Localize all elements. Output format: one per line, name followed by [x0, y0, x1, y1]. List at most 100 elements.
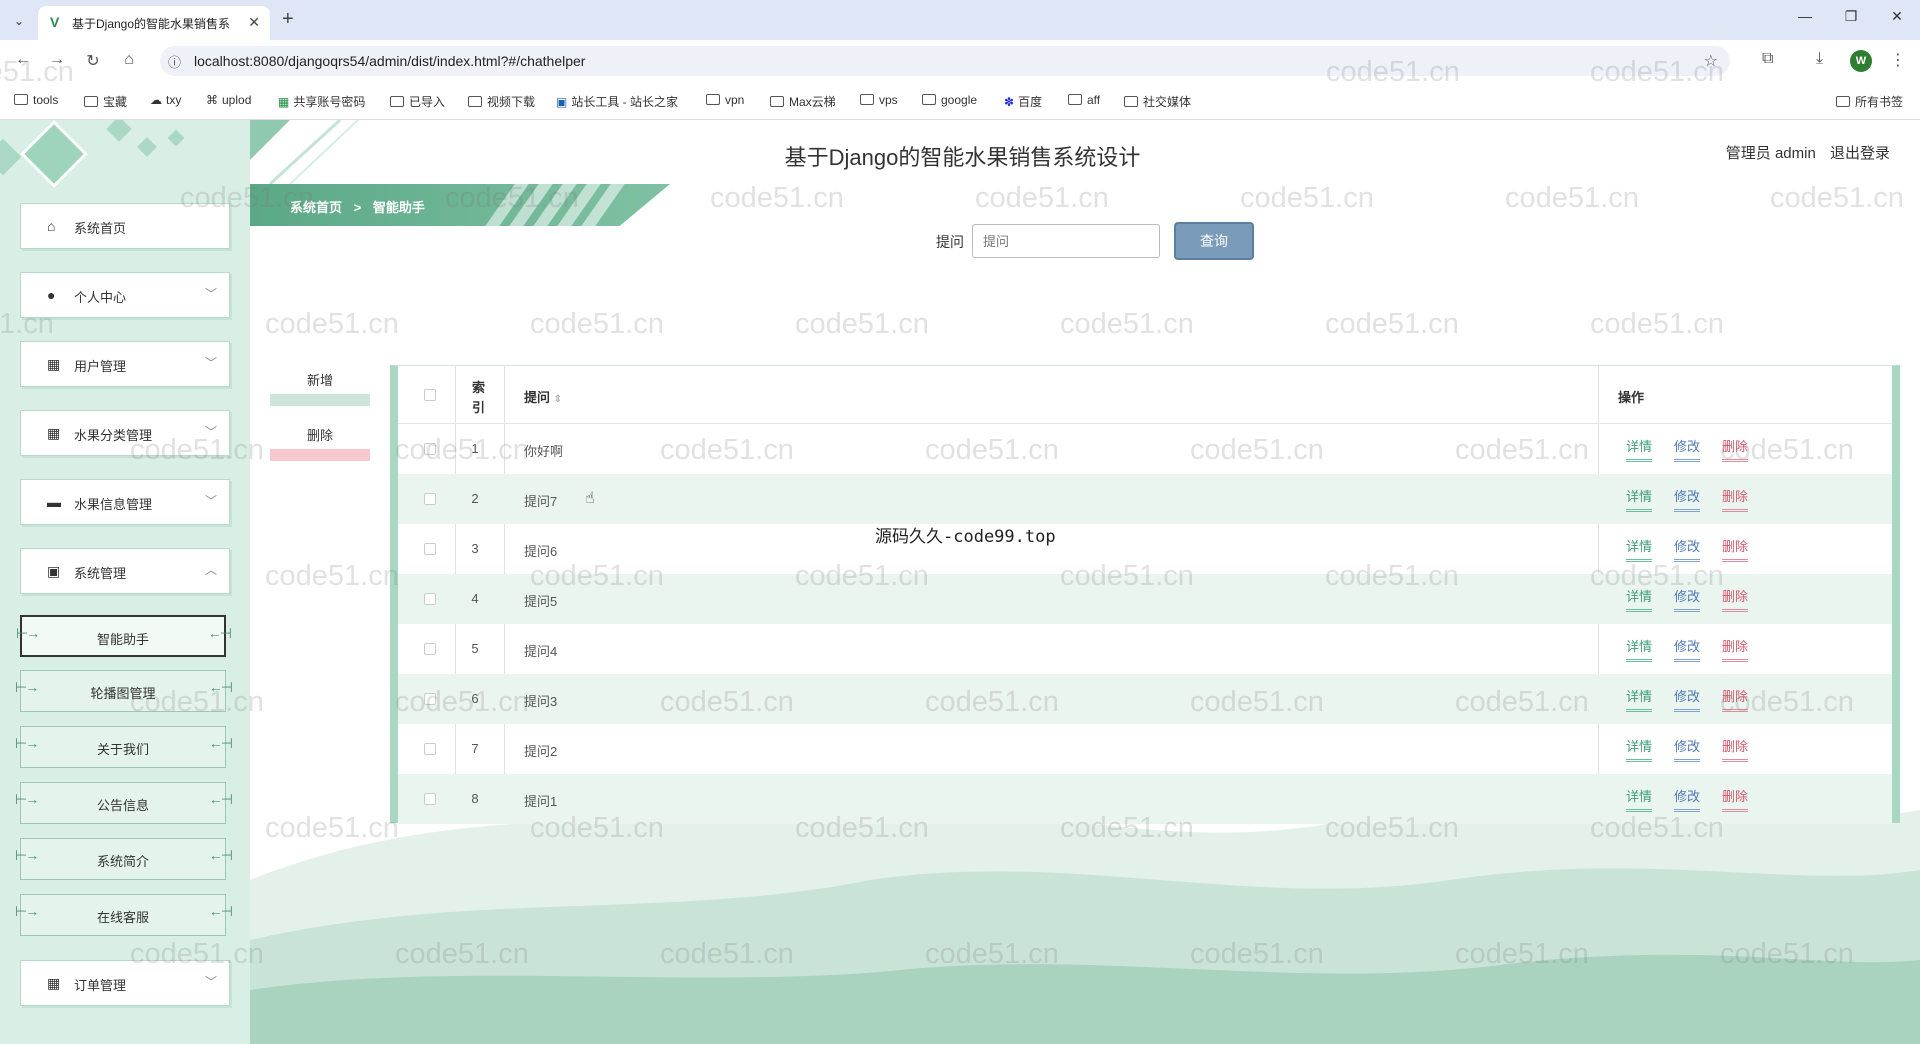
- bookmark-aff[interactable]: aff: [1068, 93, 1100, 107]
- bookmark-star-icon[interactable]: ☆: [1704, 51, 1718, 71]
- bookmark-webmaster-tools[interactable]: ▣ 站长工具 - 站长之家: [556, 93, 678, 110]
- row-checkbox[interactable]: [424, 543, 436, 555]
- row-checkbox[interactable]: [424, 593, 436, 605]
- edit-link[interactable]: 修改: [1674, 786, 1701, 812]
- detail-link[interactable]: 详情: [1626, 636, 1653, 662]
- detail-link[interactable]: 详情: [1626, 786, 1653, 812]
- bookmark-video-download[interactable]: 视频下载: [468, 93, 535, 110]
- submenu-carousel[interactable]: ⊢→ 轮播图管理 ←⊣: [15, 670, 233, 712]
- profile-avatar[interactable]: W: [1850, 50, 1872, 72]
- delete-link[interactable]: 删除: [1722, 686, 1749, 712]
- minimize-icon[interactable]: —: [1790, 8, 1820, 24]
- back-arrow-icon[interactable]: ←: [12, 51, 34, 69]
- row-question: 提问6: [524, 544, 558, 559]
- delete-link[interactable]: 删除: [1722, 586, 1749, 612]
- row-checkbox[interactable]: [424, 793, 436, 805]
- edit-link[interactable]: 修改: [1674, 436, 1701, 462]
- submenu-system-intro[interactable]: ⊢→ 系统简介 ←⊣: [15, 838, 233, 880]
- submenu-label: 轮播图管理: [90, 686, 156, 701]
- menu-home[interactable]: ⌂ 系统首页: [20, 203, 230, 249]
- delete-button[interactable]: 删除: [270, 425, 370, 465]
- detail-link[interactable]: 详情: [1626, 536, 1653, 562]
- detail-link[interactable]: 详情: [1626, 686, 1653, 712]
- table-header: 索引 提问 ⇕ 操作: [398, 366, 1892, 424]
- new-tab-plus-icon[interactable]: +: [282, 8, 294, 31]
- delete-link[interactable]: 删除: [1722, 486, 1749, 512]
- search-input-field[interactable]: [973, 225, 1159, 257]
- window-close-icon[interactable]: ✕: [1882, 8, 1912, 25]
- home-browser-icon[interactable]: ⌂: [118, 51, 140, 69]
- bookmark-tools[interactable]: tools: [14, 93, 58, 107]
- bookmark-txy[interactable]: ☁ txy: [150, 93, 181, 107]
- delete-link[interactable]: 删除: [1722, 536, 1749, 562]
- all-bookmarks[interactable]: 所有书签: [1836, 93, 1903, 110]
- delete-link[interactable]: 删除: [1722, 436, 1749, 462]
- arrow-right-decor-icon: ←⊣: [208, 679, 233, 695]
- folder-icon: [770, 96, 784, 107]
- forward-arrow-icon[interactable]: →: [46, 51, 68, 69]
- search-button[interactable]: 查询: [1174, 222, 1254, 260]
- bookmark-baozang[interactable]: 宝藏: [84, 93, 127, 110]
- grid-icon: ▦: [47, 975, 61, 991]
- search-input[interactable]: [972, 224, 1160, 258]
- bookmark-imported[interactable]: 已导入: [390, 93, 445, 110]
- bookmark-vps[interactable]: vps: [860, 93, 898, 107]
- breadcrumb-home[interactable]: 系统首页: [290, 200, 342, 215]
- submenu-about-us[interactable]: ⊢→ 关于我们 ←⊣: [15, 726, 233, 768]
- edit-link[interactable]: 修改: [1674, 636, 1701, 662]
- menu-order-management[interactable]: ▦ 订单管理 ﹀: [20, 960, 230, 1006]
- edit-link[interactable]: 修改: [1674, 486, 1701, 512]
- bookmark-max[interactable]: Max云梯: [770, 93, 836, 110]
- delete-link[interactable]: 删除: [1722, 736, 1749, 762]
- submenu-smart-assistant[interactable]: ⊢→ 智能助手 ←⊣: [16, 615, 232, 657]
- detail-link[interactable]: 详情: [1626, 436, 1653, 462]
- site-info-icon[interactable]: ⓘ: [168, 52, 181, 71]
- menu-user-management[interactable]: ▦ 用户管理 ﹀: [20, 341, 230, 387]
- edit-link[interactable]: 修改: [1674, 736, 1701, 762]
- row-checkbox[interactable]: [424, 643, 436, 655]
- download-icon[interactable]: ⤓: [1816, 50, 1823, 68]
- browser-menu-icon[interactable]: ⋮: [1890, 50, 1906, 70]
- edit-link[interactable]: 修改: [1674, 686, 1701, 712]
- row-checkbox[interactable]: [424, 693, 436, 705]
- menu-fruit-info[interactable]: ▬ 水果信息管理 ﹀: [20, 479, 230, 525]
- delete-link[interactable]: 删除: [1722, 636, 1749, 662]
- menu-system-management[interactable]: ▣ 系统管理 ︿: [20, 548, 230, 594]
- tab-list-chevron-icon[interactable]: ⌄: [8, 10, 30, 32]
- mouse-cursor-icon: ☝: [585, 490, 595, 507]
- reload-icon[interactable]: ↻: [82, 51, 104, 71]
- header-question[interactable]: 提问 ⇕: [524, 387, 562, 406]
- bookmark-uplod[interactable]: ⌘ uplod: [206, 93, 251, 107]
- logout-link[interactable]: 退出登录: [1830, 145, 1890, 162]
- detail-link[interactable]: 详情: [1626, 736, 1653, 762]
- delete-link[interactable]: 删除: [1722, 786, 1749, 812]
- tab-title: 基于Django的智能水果销售系: [72, 17, 231, 31]
- submenu-online-service[interactable]: ⊢→ 在线客服 ←⊣: [15, 894, 233, 936]
- add-button[interactable]: 新增: [270, 370, 370, 410]
- vue-favicon-icon: V: [50, 14, 60, 30]
- restore-icon[interactable]: ❐: [1836, 8, 1866, 25]
- bookmark-baidu[interactable]: ✽ 百度: [1004, 93, 1042, 110]
- row-checkbox[interactable]: [424, 743, 436, 755]
- url-field[interactable]: ⓘ localhost:8080/djangoqrs54/admin/dist/…: [160, 46, 1730, 76]
- bookmark-vpn[interactable]: vpn: [706, 93, 744, 107]
- edit-link[interactable]: 修改: [1674, 536, 1701, 562]
- edit-link[interactable]: 修改: [1674, 586, 1701, 612]
- folder-icon: [14, 94, 28, 105]
- detail-link[interactable]: 详情: [1626, 586, 1653, 612]
- browser-tab[interactable]: V 基于Django的智能水果销售系 ✕: [38, 6, 270, 40]
- row-checkbox[interactable]: [424, 493, 436, 505]
- row-checkbox[interactable]: [424, 443, 436, 455]
- menu-personal-center[interactable]: ● 个人中心 ﹀: [20, 272, 230, 318]
- bookmark-social[interactable]: 社交媒体: [1124, 93, 1191, 110]
- submenu-announcements[interactable]: ⊢→ 公告信息 ←⊣: [15, 782, 233, 824]
- bookmark-google[interactable]: google: [922, 93, 977, 107]
- menu-fruit-category[interactable]: ▦ 水果分类管理 ﹀: [20, 410, 230, 456]
- sidebar: ⌂ 系统首页 ● 个人中心 ﹀ ▦ 用户管理 ﹀ ▦ 水果分类管理 ﹀ ▬ 水果…: [0, 120, 250, 1044]
- detail-link[interactable]: 详情: [1626, 486, 1653, 512]
- select-all-checkbox[interactable]: [424, 389, 436, 401]
- close-icon[interactable]: ✕: [248, 14, 260, 31]
- bookmark-shared-accounts[interactable]: ▦ 共享账号密码: [278, 93, 365, 110]
- sort-icon[interactable]: ⇕: [554, 394, 562, 405]
- extensions-icon[interactable]: ⧉: [1762, 50, 1773, 68]
